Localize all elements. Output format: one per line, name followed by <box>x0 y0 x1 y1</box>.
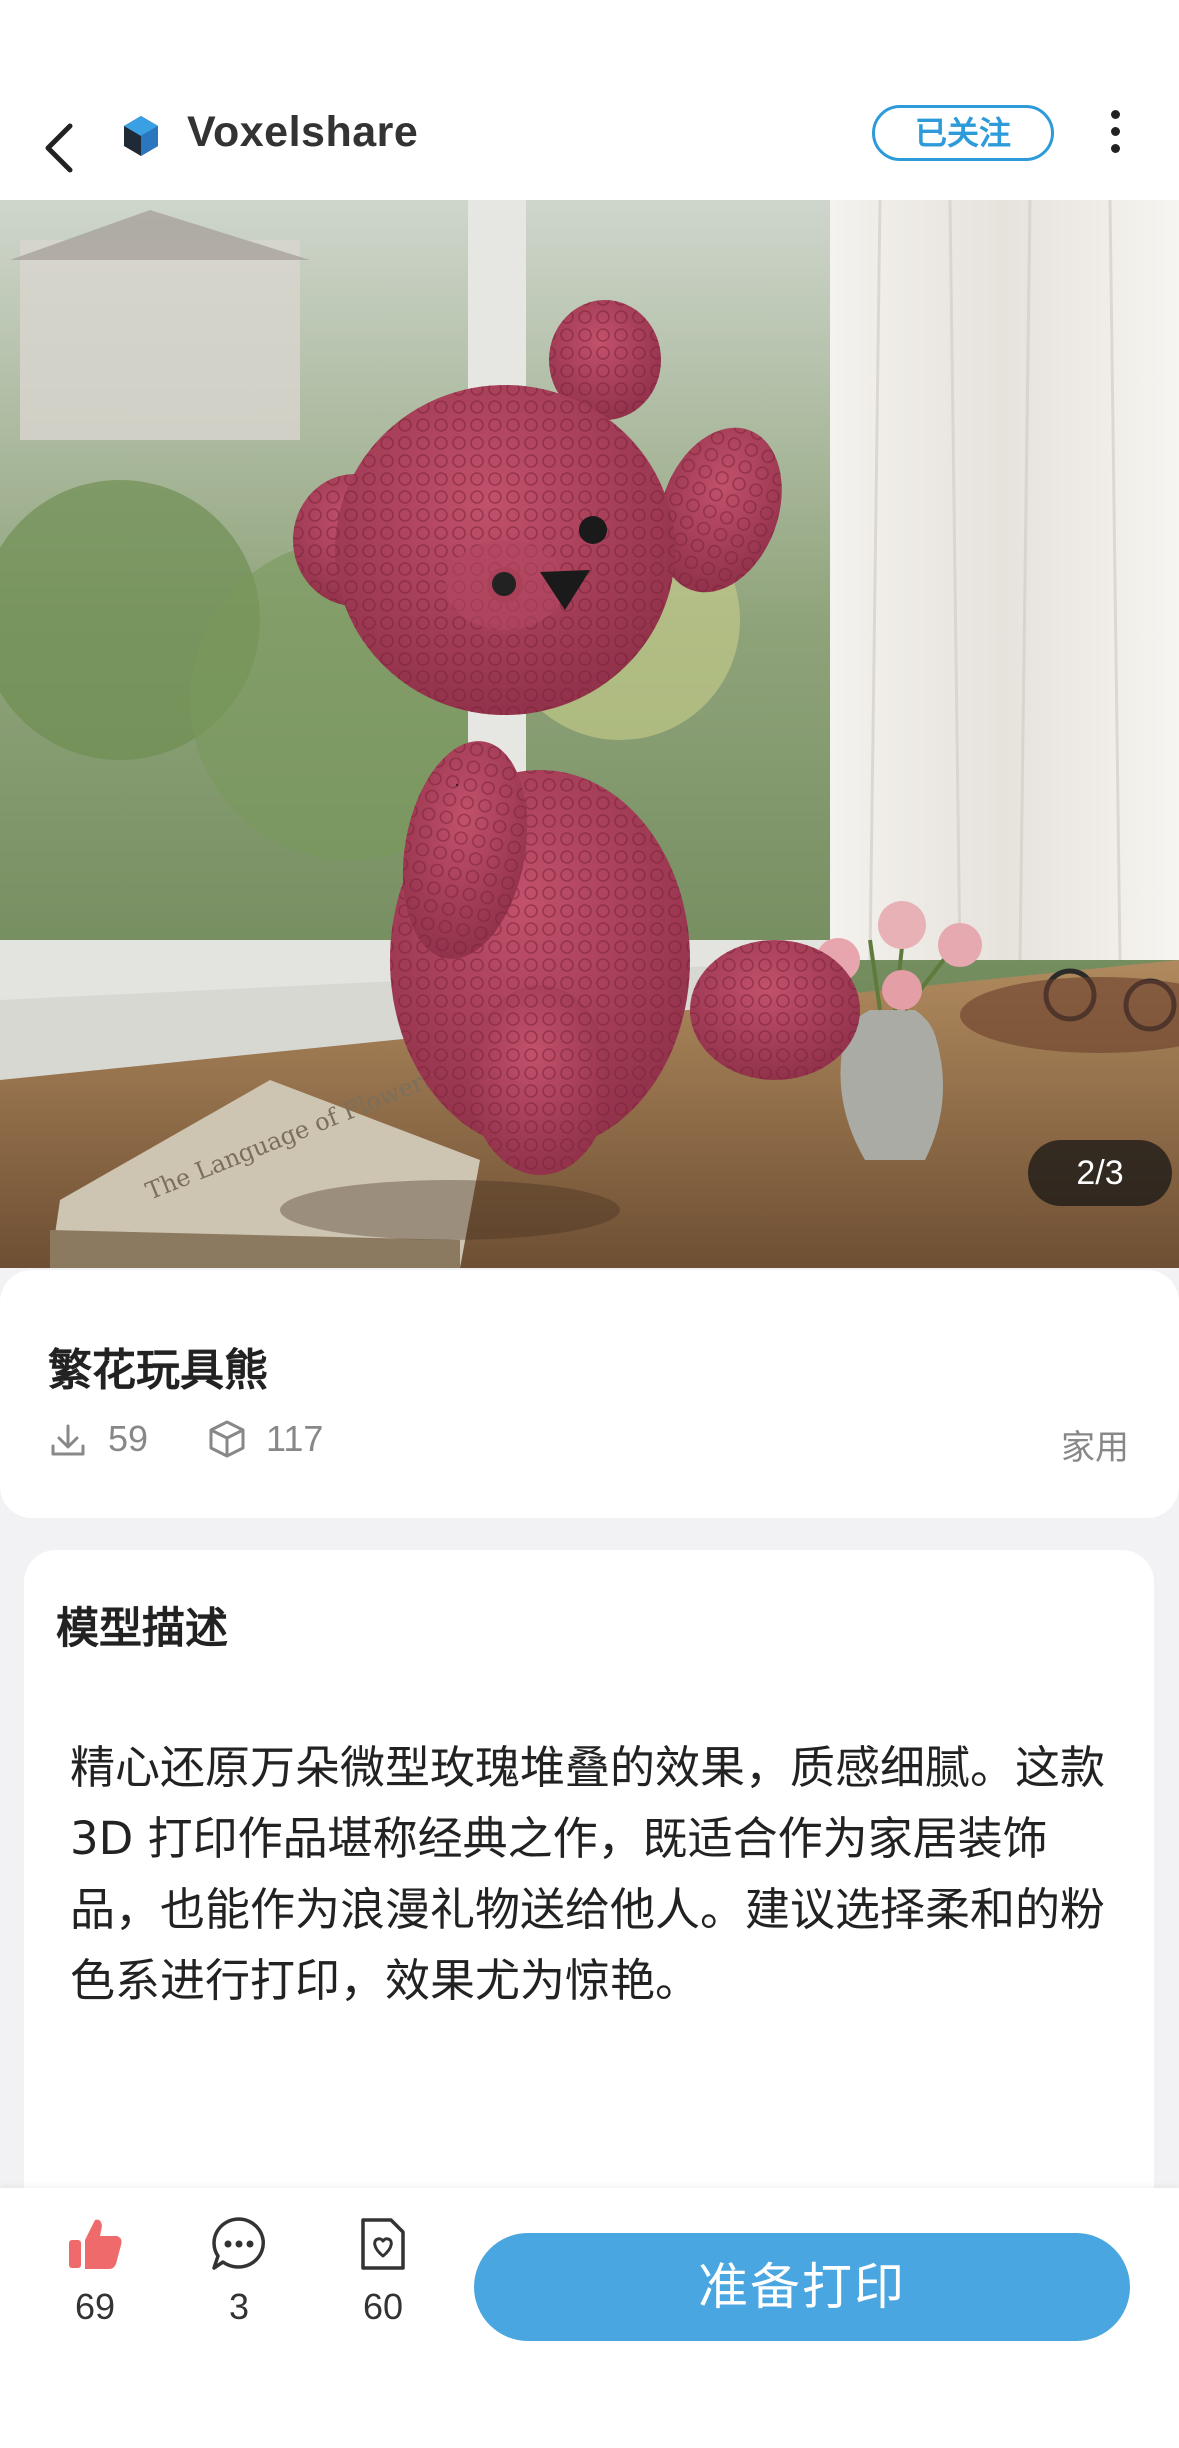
favorite-count: 60 <box>362 2286 404 2327</box>
teddy-bear-photo: The Language of Flowers <box>0 200 1179 1268</box>
description-heading: 模型描述 <box>56 1604 228 1654</box>
comment-count: 3 <box>228 2286 250 2327</box>
comment-button[interactable]: 3 <box>184 2214 294 2328</box>
model-info-card: 繁花玩具熊 59 117 家用 <box>0 1270 1179 1518</box>
chevron-left-icon <box>45 123 73 173</box>
like-button[interactable]: 69 <box>40 2214 150 2328</box>
brand-name[interactable]: Voxelshare <box>187 108 418 157</box>
favorite-button[interactable]: 60 <box>328 2214 438 2328</box>
3d-cube-icon <box>206 1418 248 1464</box>
like-count: 69 <box>74 2286 116 2327</box>
follow-button[interactable]: 已关注 <box>872 105 1054 161</box>
voxelshare-logo-icon <box>118 112 164 162</box>
more-options-icon[interactable] <box>1095 104 1135 164</box>
comment-bubble-icon <box>212 2217 265 2270</box>
back-button[interactable] <box>30 106 90 190</box>
print-count: 117 <box>266 1418 324 1459</box>
image-page-indicator: 2/3 <box>1028 1140 1172 1206</box>
download-count: 59 <box>108 1418 149 1459</box>
status-bar-area <box>0 0 1179 96</box>
download-icon <box>48 1420 88 1464</box>
bottom-action-bar: 69 3 60 准备打印 <box>0 2188 1179 2448</box>
description-text: 精心还原万朵微型玫瑰堆叠的效果，质感细腻。这款 3D 打印作品堪称经典之作，既适… <box>70 1741 1106 2007</box>
prepare-print-button[interactable]: 准备打印 <box>474 2233 1130 2341</box>
model-title: 繁花玩具熊 <box>48 1345 268 1396</box>
category-tag[interactable]: 家用 <box>1061 1420 1129 1469</box>
thumbs-up-icon <box>69 2219 122 2269</box>
bookmark-heart-icon <box>361 2218 405 2270</box>
model-image-carousel[interactable]: The Language of Flowers <box>0 200 1179 1268</box>
